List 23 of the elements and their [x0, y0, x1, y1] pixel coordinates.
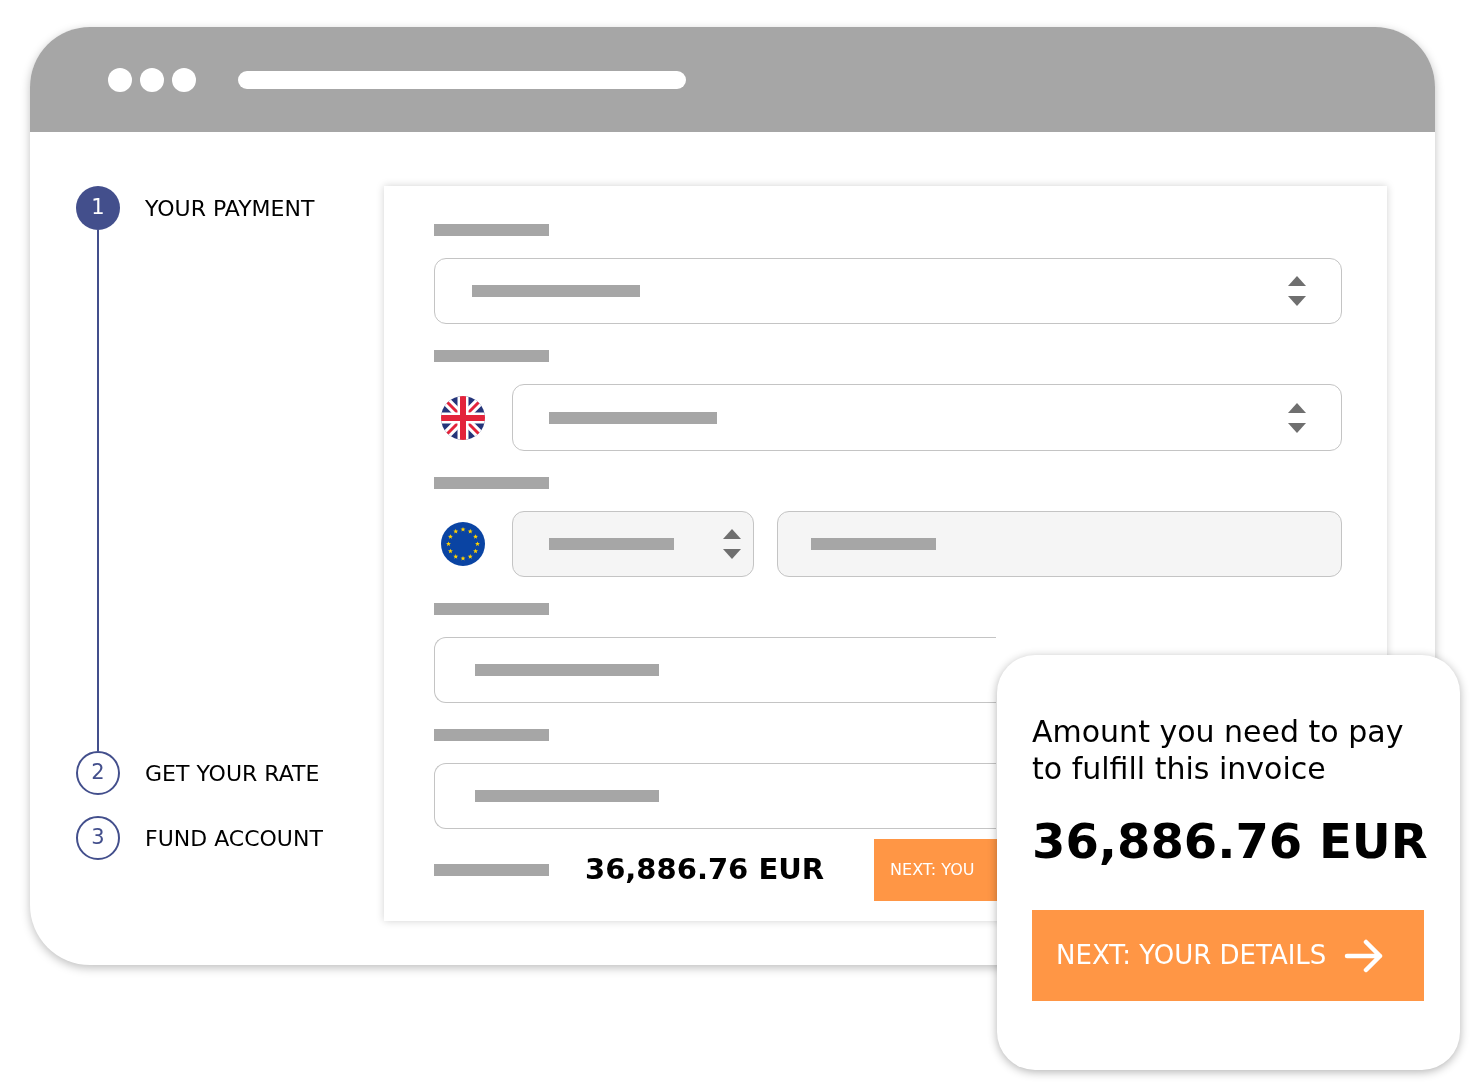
uk-flag-icon	[441, 395, 485, 440]
summary-amount: 36,886.76 EUR	[1032, 813, 1429, 869]
step-number: 1	[76, 186, 120, 230]
input-field[interactable]	[777, 511, 1342, 577]
up-down-arrows-icon	[1288, 276, 1306, 306]
step-number: 2	[76, 751, 120, 795]
select-field[interactable]	[512, 384, 1342, 451]
total-amount: 36,886.76 EUR	[585, 851, 825, 889]
input-field[interactable]	[434, 763, 996, 829]
up-down-arrows-icon	[723, 529, 741, 559]
up-down-arrows-icon	[1288, 402, 1306, 433]
select-field[interactable]	[512, 511, 754, 577]
select-field[interactable]	[434, 258, 1342, 324]
step-label: YOUR PAYMENT	[145, 194, 315, 223]
next-button[interactable]: NEXT: YOUR DETAILS	[1032, 910, 1424, 1001]
eu-flag-icon	[441, 522, 485, 566]
next-button[interactable]: NEXT: YOU	[874, 839, 999, 901]
step-label: FUND ACCOUNT	[145, 824, 323, 853]
arrow-right-icon	[1344, 938, 1385, 973]
step-label: GET YOUR RATE	[145, 759, 320, 788]
step-number: 3	[76, 816, 120, 860]
summary-text: Amount you need to pay to fulfill this invoice	[1032, 713, 1405, 787]
input-field[interactable]	[434, 637, 996, 703]
